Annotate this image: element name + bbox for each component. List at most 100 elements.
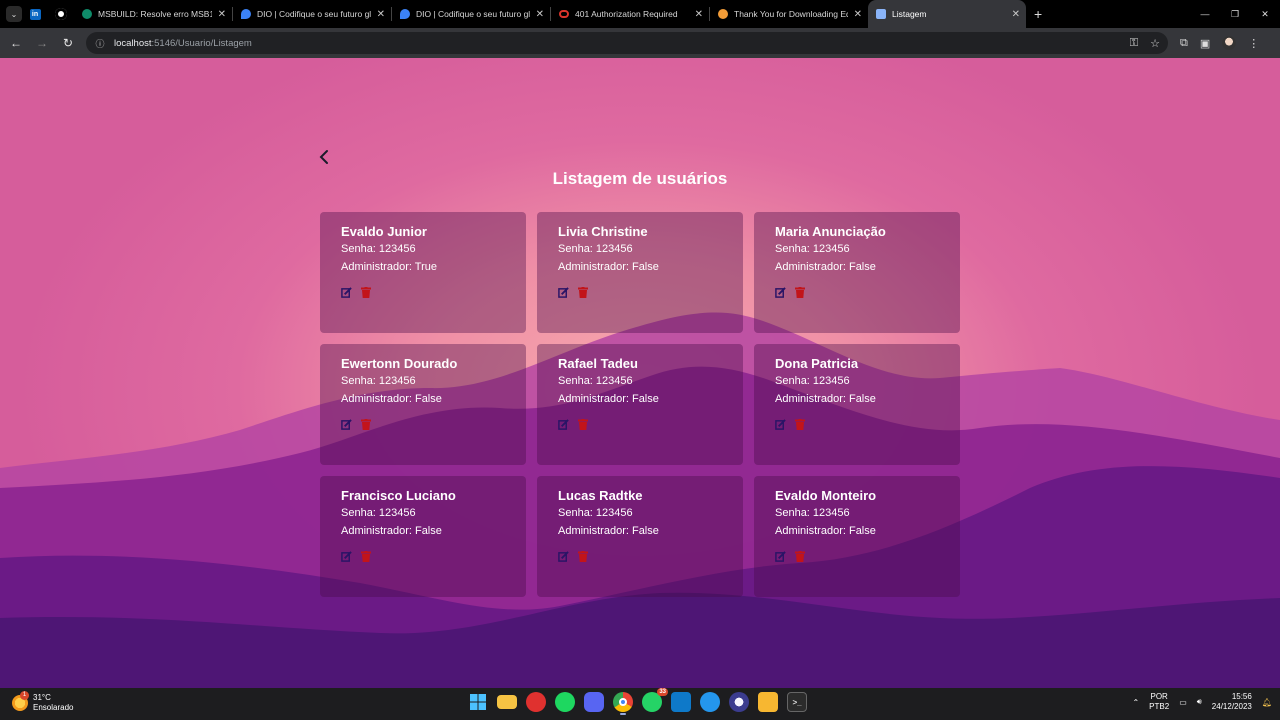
trash-icon[interactable]: [361, 551, 372, 562]
whatsapp-icon[interactable]: 33: [642, 688, 668, 712]
notification-bell-icon[interactable]: 🔔︎: [1262, 698, 1272, 707]
terminal-icon[interactable]: >_: [787, 692, 807, 712]
edit-icon[interactable]: [341, 287, 352, 298]
trash-icon[interactable]: [361, 287, 372, 298]
back-button[interactable]: ←: [4, 31, 28, 55]
chatgpt-icon: [82, 9, 92, 19]
bookmark-star-icon[interactable]: ☆: [1150, 37, 1160, 50]
user-name: Lucas Radtke: [558, 488, 643, 503]
user-admin-flag: Administrador: False: [341, 393, 442, 405]
edit-icon[interactable]: [775, 287, 786, 298]
vscode-icon[interactable]: [671, 692, 691, 712]
side-panel-icon[interactable]: ▣: [1200, 37, 1210, 50]
back-arrow-button[interactable]: [316, 148, 332, 166]
tab-title: Thank You for Downloading Ed: [734, 9, 848, 19]
file-explorer-icon[interactable]: [497, 695, 517, 709]
start-button[interactable]: [468, 692, 488, 712]
chrome-icon[interactable]: [613, 692, 633, 715]
user-name: Rafael Tadeu: [558, 356, 638, 371]
tab-title: MSBUILD: Resolve erro MSB10: [98, 9, 212, 19]
user-card: Evaldo Junior Senha: 123456 Administrador:…: [320, 212, 526, 333]
edit-icon[interactable]: [558, 551, 569, 562]
weather-widget[interactable]: 1 31°C Ensolarado: [12, 691, 74, 713]
tab-title: DIO | Codifique o seu futuro gl: [416, 9, 530, 19]
user-admin-flag: Administrador: False: [558, 261, 659, 273]
close-icon[interactable]: ✕: [536, 9, 544, 20]
network-icon[interactable]: ▭: [1179, 698, 1187, 707]
eclipse-icon[interactable]: [729, 692, 749, 712]
edit-icon[interactable]: [558, 419, 569, 430]
page-icon: [876, 9, 886, 19]
profile-avatar[interactable]: [1222, 36, 1237, 50]
user-password: Senha: 123456: [558, 243, 633, 255]
pinned-tab-github[interactable]: [48, 0, 74, 28]
tab-msbuild[interactable]: MSBUILD: Resolve erro MSB10 ✕: [74, 0, 232, 28]
url-text: localhost:5146/Usuario/Listagem: [114, 38, 252, 49]
edit-icon[interactable]: [558, 287, 569, 298]
extensions-icon[interactable]: ⧉: [1180, 37, 1188, 50]
trash-icon[interactable]: [578, 551, 589, 562]
docker-icon[interactable]: [700, 692, 720, 712]
user-password: Senha: 123456: [775, 243, 850, 255]
tab-oracle[interactable]: 401 Authorization Required ✕: [551, 0, 709, 28]
trash-icon[interactable]: [795, 551, 806, 562]
trash-icon[interactable]: [795, 419, 806, 430]
trash-icon[interactable]: [795, 287, 806, 298]
close-icon[interactable]: ✕: [218, 9, 226, 20]
discord-icon[interactable]: [584, 692, 604, 712]
time: 15:56: [1231, 692, 1252, 701]
close-icon[interactable]: ✕: [695, 9, 703, 20]
app-red-icon[interactable]: [526, 692, 546, 712]
trash-icon[interactable]: [361, 419, 372, 430]
maximize-icon[interactable]: ❐: [1220, 0, 1250, 28]
weather-badge: 1: [20, 691, 29, 700]
sketch-tool-icon[interactable]: [758, 692, 778, 712]
edit-icon[interactable]: [775, 551, 786, 562]
pinned-tab-linkedin[interactable]: in: [22, 0, 48, 28]
user-card: Evaldo Monteiro Senha: 123456 Administrado…: [754, 476, 960, 597]
tab-listagem[interactable]: Listagem ✕: [868, 0, 1026, 28]
card-actions: [341, 551, 505, 562]
close-icon[interactable]: ✕: [1012, 9, 1020, 20]
tab-search-button[interactable]: ⌄: [6, 6, 22, 22]
edit-icon[interactable]: [341, 419, 352, 430]
trash-icon[interactable]: [578, 287, 589, 298]
chevron-up-icon[interactable]: ⌃: [1132, 698, 1139, 707]
forward-button[interactable]: →: [30, 31, 54, 55]
keyboard-layout: PTB2: [1149, 702, 1170, 711]
browser-toolbar: ← → ↻ ⓘ localhost:5146/Usuario/Listagem …: [0, 28, 1280, 58]
trash-icon[interactable]: [578, 419, 589, 430]
edit-icon[interactable]: [775, 419, 786, 430]
user-name: Maria Anunciação: [775, 224, 886, 239]
clock[interactable]: 15:56 24/12/2023: [1212, 692, 1252, 712]
dio-icon: [241, 9, 251, 19]
edit-icon[interactable]: [341, 551, 352, 562]
new-tab-button[interactable]: +: [1034, 6, 1042, 22]
menu-icon[interactable]: ⋮: [1248, 37, 1259, 50]
close-icon[interactable]: ✕: [854, 9, 862, 20]
minimize-icon[interactable]: —: [1190, 0, 1220, 28]
site-info-icon[interactable]: ⓘ: [94, 37, 106, 49]
language-indicator[interactable]: POR PTB2: [1149, 692, 1169, 712]
close-icon[interactable]: ✕: [377, 9, 385, 20]
tab-download[interactable]: Thank You for Downloading Ed ✕: [710, 0, 868, 28]
page-title: Listagem de usuários: [552, 169, 728, 188]
spotify-icon[interactable]: [555, 692, 575, 712]
key-icon[interactable]: ⚿: [1130, 37, 1138, 50]
tab-dio-2[interactable]: DIO | Codifique o seu futuro gl ✕: [392, 0, 550, 28]
user-admin-flag: Administrador: False: [558, 393, 659, 405]
tab-dio-1[interactable]: DIO | Codifique o seu futuro gl ✕: [233, 0, 391, 28]
whatsapp-count: 33: [657, 688, 668, 696]
close-window-icon[interactable]: ✕: [1250, 0, 1280, 28]
user-admin-flag: Administrador: False: [558, 525, 659, 537]
temperature: 31°C: [33, 693, 51, 702]
linkedin-icon: in: [29, 8, 41, 20]
address-bar[interactable]: ⓘ localhost:5146/Usuario/Listagem ⚿ ☆: [86, 32, 1168, 54]
reload-button[interactable]: ↻: [56, 31, 80, 55]
volume-icon[interactable]: 🔊︎: [1197, 697, 1202, 707]
tab-title: 401 Authorization Required: [575, 9, 678, 19]
url-host: localhost: [114, 37, 152, 49]
user-password: Senha: 123456: [775, 507, 850, 519]
download-site-icon: [718, 9, 728, 19]
weather-condition: Ensolarado: [33, 703, 74, 712]
